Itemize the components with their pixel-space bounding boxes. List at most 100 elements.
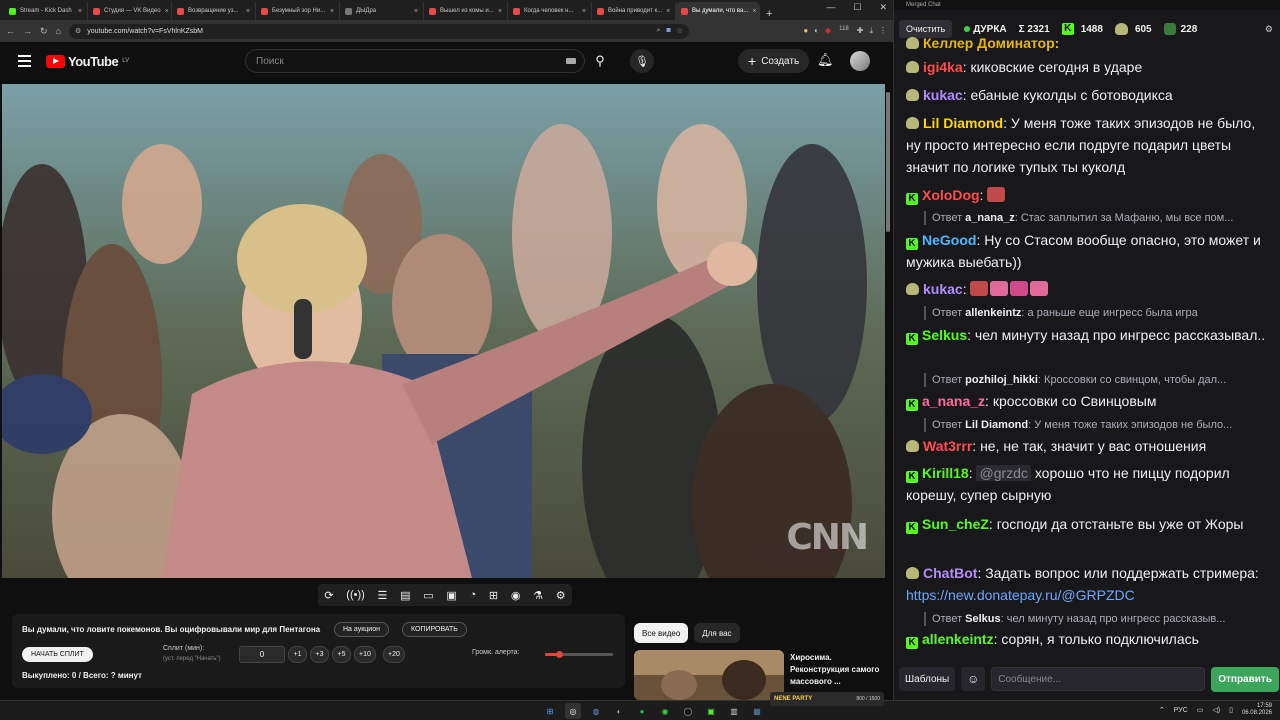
start-icon[interactable]: ⊞ xyxy=(542,703,558,719)
add-20-button[interactable]: +20 xyxy=(383,646,405,663)
translate-icon[interactable]: ◙ xyxy=(666,27,670,35)
volume-icon[interactable]: ◁) xyxy=(1212,706,1220,714)
back-icon[interactable]: ← xyxy=(6,26,15,36)
tab-close-icon[interactable]: × xyxy=(330,8,334,15)
youtube-logo[interactable]: YouTube LV xyxy=(46,54,129,69)
broadcast-icon[interactable]: ((•)) xyxy=(346,589,365,601)
video-player[interactable]: CNN xyxy=(2,84,885,578)
message-user[interactable]: Lil Diamond xyxy=(923,115,1003,131)
files-icon[interactable]: ▥ xyxy=(726,703,742,719)
pip-icon[interactable]: ▭ xyxy=(423,589,433,602)
tab-close-icon[interactable]: × xyxy=(414,8,418,15)
chrome-icon[interactable]: ◎ xyxy=(565,703,581,719)
clock[interactable]: 17:59 06.08.2026 xyxy=(1242,703,1272,717)
tab-close-icon[interactable]: × xyxy=(498,8,502,15)
browser-tab[interactable]: Вышел из комы и... × xyxy=(424,2,508,20)
tab-close-icon[interactable]: × xyxy=(165,8,169,15)
tray-chevron-icon[interactable]: ⌃ xyxy=(1159,706,1165,714)
message-input[interactable]: Сообщение... xyxy=(991,667,1206,691)
download-icon[interactable]: ⤓ xyxy=(869,26,873,36)
keyboard-icon[interactable] xyxy=(566,58,576,64)
obs-icon[interactable]: ◯ xyxy=(680,703,696,719)
network-icon[interactable]: ▭ xyxy=(1197,706,1204,714)
site-info-icon[interactable]: ⚙ xyxy=(75,27,81,35)
message-user[interactable]: Sun_cheZ xyxy=(922,516,989,532)
message-user[interactable]: kukac xyxy=(923,87,963,103)
bookmark-star-icon[interactable]: ☆ xyxy=(677,27,683,35)
extension-icon[interactable]: ● xyxy=(803,26,808,36)
reply-preview[interactable]: Ответ Selkus: чел минуту назад про ингре… xyxy=(924,612,1274,626)
search-input[interactable]: Поиск xyxy=(245,49,585,73)
reply-preview[interactable]: Ответ Lil Diamond: У меня тоже таких эпи… xyxy=(924,418,1274,432)
browser-tab[interactable]: Вы думали, что ва... × xyxy=(676,2,760,20)
message-user[interactable]: Selkus xyxy=(922,327,967,343)
browser-tab[interactable]: Студия — VK Видео × xyxy=(88,2,172,20)
tab-close-icon[interactable]: × xyxy=(752,8,756,15)
playlist-icon[interactable]: ☰ xyxy=(378,589,388,602)
add-10-button[interactable]: +10 xyxy=(354,646,376,663)
search-button[interactable]: ⚲ xyxy=(585,49,615,73)
chip-for-you[interactable]: Для вас xyxy=(694,623,740,643)
create-button[interactable]: + Создать xyxy=(738,49,810,73)
gear-icon[interactable]: ⚙ xyxy=(556,589,566,602)
menu-icon[interactable] xyxy=(18,55,31,67)
browser-tab[interactable]: Возвращение уз... × xyxy=(172,2,256,20)
add-1-button[interactable]: +1 xyxy=(288,646,307,663)
message-user[interactable]: Kirill18 xyxy=(922,465,969,481)
add-icon[interactable]: ⊞ xyxy=(489,589,498,602)
browser-tab[interactable]: Stream - Kick Dash × xyxy=(4,2,88,20)
message-user[interactable]: NeGood xyxy=(922,232,976,248)
templates-button[interactable]: Шаблоны xyxy=(899,667,956,691)
message-user[interactable]: Wat3rrr xyxy=(923,438,972,454)
send-button[interactable]: Отправить xyxy=(1211,666,1279,692)
recommended-video-thumbnail[interactable] xyxy=(634,650,784,700)
app-icon[interactable]: ▦ xyxy=(749,703,765,719)
auction-button[interactable]: На аукцион xyxy=(334,622,389,637)
kick-app-icon[interactable]: ▣ xyxy=(703,703,719,719)
message-user[interactable]: allenkeintz xyxy=(922,631,994,647)
zoom-icon[interactable]: ⌕ xyxy=(657,27,661,35)
message-user[interactable]: kukac xyxy=(923,281,963,297)
browser-tab[interactable]: Когда человек н... × xyxy=(508,2,592,20)
tab-close-icon[interactable]: × xyxy=(78,8,82,15)
donate-link[interactable]: https://new.donatepay.ru/@GRPZDC xyxy=(906,587,1135,603)
discord-icon[interactable]: ◍ xyxy=(588,703,604,719)
url-field[interactable]: ⚙ youtube.com/watch?v=FsVhlnKZsbM ⌕ ◙ ☆ xyxy=(68,23,689,39)
avatar[interactable] xyxy=(850,51,870,71)
extension-icon[interactable]: ◐ xyxy=(814,26,819,36)
add-3-button[interactable]: +3 xyxy=(310,646,329,663)
mention[interactable]: @grzdc xyxy=(976,465,1031,481)
language-indicator[interactable]: РУС xyxy=(1174,707,1188,714)
volume-knob[interactable] xyxy=(555,651,563,658)
tab-close-icon[interactable]: × xyxy=(666,8,670,15)
browser-tab[interactable]: ДЫДра × xyxy=(340,2,424,20)
clapper-icon[interactable]: ▤ xyxy=(400,589,410,602)
puzzle-icon[interactable]: ✚ xyxy=(857,26,864,36)
menu-dots-icon[interactable]: ⋮ xyxy=(879,26,887,36)
subtitles-icon[interactable]: ▣ xyxy=(446,589,456,602)
speed-icon[interactable]: ◔ xyxy=(470,589,477,601)
reload-icon[interactable]: ↻ xyxy=(40,26,48,37)
flask-icon[interactable]: ⚗ xyxy=(533,589,543,602)
chat-settings-icon[interactable]: ⚙ xyxy=(1265,24,1273,35)
notifications-bell-icon[interactable]: 🔔︎ xyxy=(817,52,834,68)
battery-icon[interactable]: ▯ xyxy=(1229,706,1233,714)
home-icon[interactable]: ⌂ xyxy=(56,26,61,36)
tab-close-icon[interactable]: × xyxy=(246,8,250,15)
page-scrollbar[interactable] xyxy=(885,84,891,700)
steam-icon[interactable]: ◐ xyxy=(611,703,627,719)
add-5-button[interactable]: +5 xyxy=(332,646,351,663)
message-user[interactable]: XoloDog xyxy=(922,187,980,203)
camera-icon[interactable]: ◉ xyxy=(511,589,521,602)
tab-close-icon[interactable]: × xyxy=(582,8,586,15)
start-split-button[interactable]: НАЧАТЬ СПЛИТ xyxy=(22,647,93,662)
message-user[interactable]: a_nana_z xyxy=(922,393,985,409)
emoji-icon[interactable]: ☺ xyxy=(961,667,986,691)
extension-badge[interactable]: 118 xyxy=(837,26,851,36)
loop-icon[interactable]: ⟳ xyxy=(324,589,333,602)
scrollbar-thumb[interactable] xyxy=(886,92,890,232)
close-window-icon[interactable]: ✕ xyxy=(879,2,887,13)
forward-icon[interactable]: → xyxy=(23,26,32,36)
browser-tab[interactable]: Война приводит к... × xyxy=(592,2,676,20)
chip-all-videos[interactable]: Все видео xyxy=(634,623,689,643)
